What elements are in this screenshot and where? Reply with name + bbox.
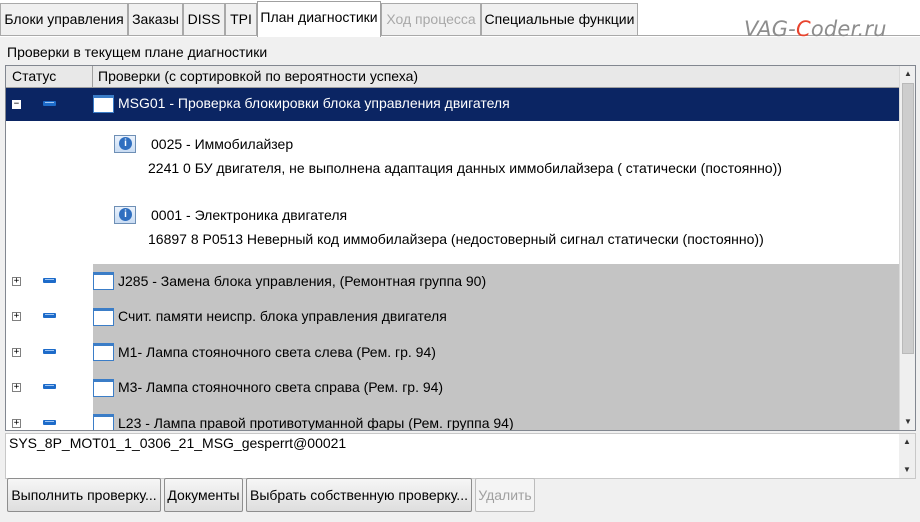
column-checks-header[interactable]: Проверки (с сортировкой по вероятности у… [94, 66, 418, 87]
choose-own-check-button[interactable]: Выбрать собственную проверку... [246, 478, 472, 512]
fault-description: 2241 0 БУ двигателя, не выполнена адапта… [148, 160, 782, 176]
tab-control-units[interactable]: Блоки управления [0, 3, 128, 35]
status-icon [43, 420, 56, 425]
check-label: Счит. памяти неиспр. блока управления дв… [118, 308, 447, 324]
fault-title: 0025 - Иммобилайзер [151, 136, 294, 152]
check-details: i 0025 - Иммобилайзер 2241 0 БУ двигател… [6, 121, 899, 264]
check-label: M1- Лампа стояночного света слева (Рем. … [118, 344, 436, 360]
expand-toggle[interactable]: + [12, 348, 21, 357]
check-row-selected[interactable]: − MSG01 - Проверка блокировки блока упра… [6, 88, 899, 121]
expand-toggle[interactable]: + [12, 277, 21, 286]
scroll-down-arrow-icon[interactable]: ▼ [899, 462, 915, 478]
check-label: M3- Лампа стояночного света справа (Рем.… [118, 379, 444, 395]
scroll-thumb[interactable] [902, 83, 914, 354]
tab-process-progress: Ход процесса [381, 3, 481, 35]
status-icon [43, 101, 56, 106]
tab-orders[interactable]: Заказы [128, 3, 183, 35]
status-text-area[interactable]: SYS_8P_MOT01_1_0306_21_MSG_gesperrt@0002… [5, 433, 916, 479]
delete-button: Удалить [475, 478, 535, 512]
column-status-header[interactable]: Статус [6, 66, 93, 87]
info-icon: i [114, 206, 136, 224]
check-row[interactable]: + M3- Лампа стояночного света справа (Ре… [6, 370, 899, 406]
tab-diagnostic-plan[interactable]: План диагностики [257, 1, 381, 37]
check-label: MSG01 - Проверка блокировки блока управл… [118, 95, 510, 111]
status-icon [43, 313, 56, 318]
collapse-toggle[interactable]: − [12, 100, 21, 109]
tab-special-functions[interactable]: Специальные функции [481, 3, 638, 35]
run-check-button[interactable]: Выполнить проверку... [7, 478, 161, 512]
window-icon [93, 379, 114, 397]
section-label: Проверки в текущем плане диагностики [7, 44, 268, 60]
check-label: J285 - Замена блока управления, (Ремонтн… [118, 273, 487, 289]
check-row[interactable]: + Счит. памяти неиспр. блока управления … [6, 299, 899, 335]
tab-bar: Блоки управления Заказы DISS TPI План ди… [0, 0, 920, 41]
documents-button[interactable]: Документы [164, 478, 243, 512]
check-label: L23 - Лампа правой противотуманной фары … [118, 415, 514, 430]
scroll-down-arrow-icon[interactable]: ▼ [900, 414, 915, 430]
tab-diss[interactable]: DISS [183, 3, 225, 35]
checks-list: − MSG01 - Проверка блокировки блока упра… [6, 88, 899, 430]
status-scrollbar[interactable]: ▲ ▼ [899, 434, 915, 478]
window-icon [93, 414, 114, 430]
checks-scrollbar[interactable]: ▲ ▼ [899, 66, 915, 430]
window-icon [93, 272, 114, 290]
info-icon: i [114, 135, 136, 153]
column-header: Статус Проверки (с сортировкой по вероят… [6, 66, 899, 88]
expand-toggle[interactable]: + [12, 383, 21, 392]
check-row[interactable]: + L23 - Лампа правой противотуманной фар… [6, 406, 899, 430]
expand-toggle[interactable]: + [12, 419, 21, 428]
status-icon [43, 349, 56, 354]
status-code: SYS_8P_MOT01_1_0306_21_MSG_gesperrt@0002… [9, 435, 347, 451]
window-icon [93, 343, 114, 361]
window-icon [93, 308, 114, 326]
tab-tpi[interactable]: TPI [225, 3, 257, 35]
check-row[interactable]: + M1- Лампа стояночного света слева (Рем… [6, 335, 899, 370]
window-icon [93, 95, 114, 113]
checks-grid: Статус Проверки (с сортировкой по вероят… [5, 65, 916, 431]
fault-description: 16897 8 P0513 Неверный код иммобилайзера… [148, 231, 764, 247]
diagnostic-plan-panel: Проверки в текущем плане диагностики Ста… [0, 37, 920, 522]
check-row[interactable]: + J285 - Замена блока управления, (Ремон… [6, 264, 899, 299]
scroll-up-arrow-icon[interactable]: ▲ [899, 434, 915, 450]
status-icon [43, 384, 56, 389]
fault-title: 0001 - Электроника двигателя [151, 207, 348, 223]
scroll-up-arrow-icon[interactable]: ▲ [900, 66, 915, 82]
status-icon [43, 278, 56, 283]
expand-toggle[interactable]: + [12, 312, 21, 321]
